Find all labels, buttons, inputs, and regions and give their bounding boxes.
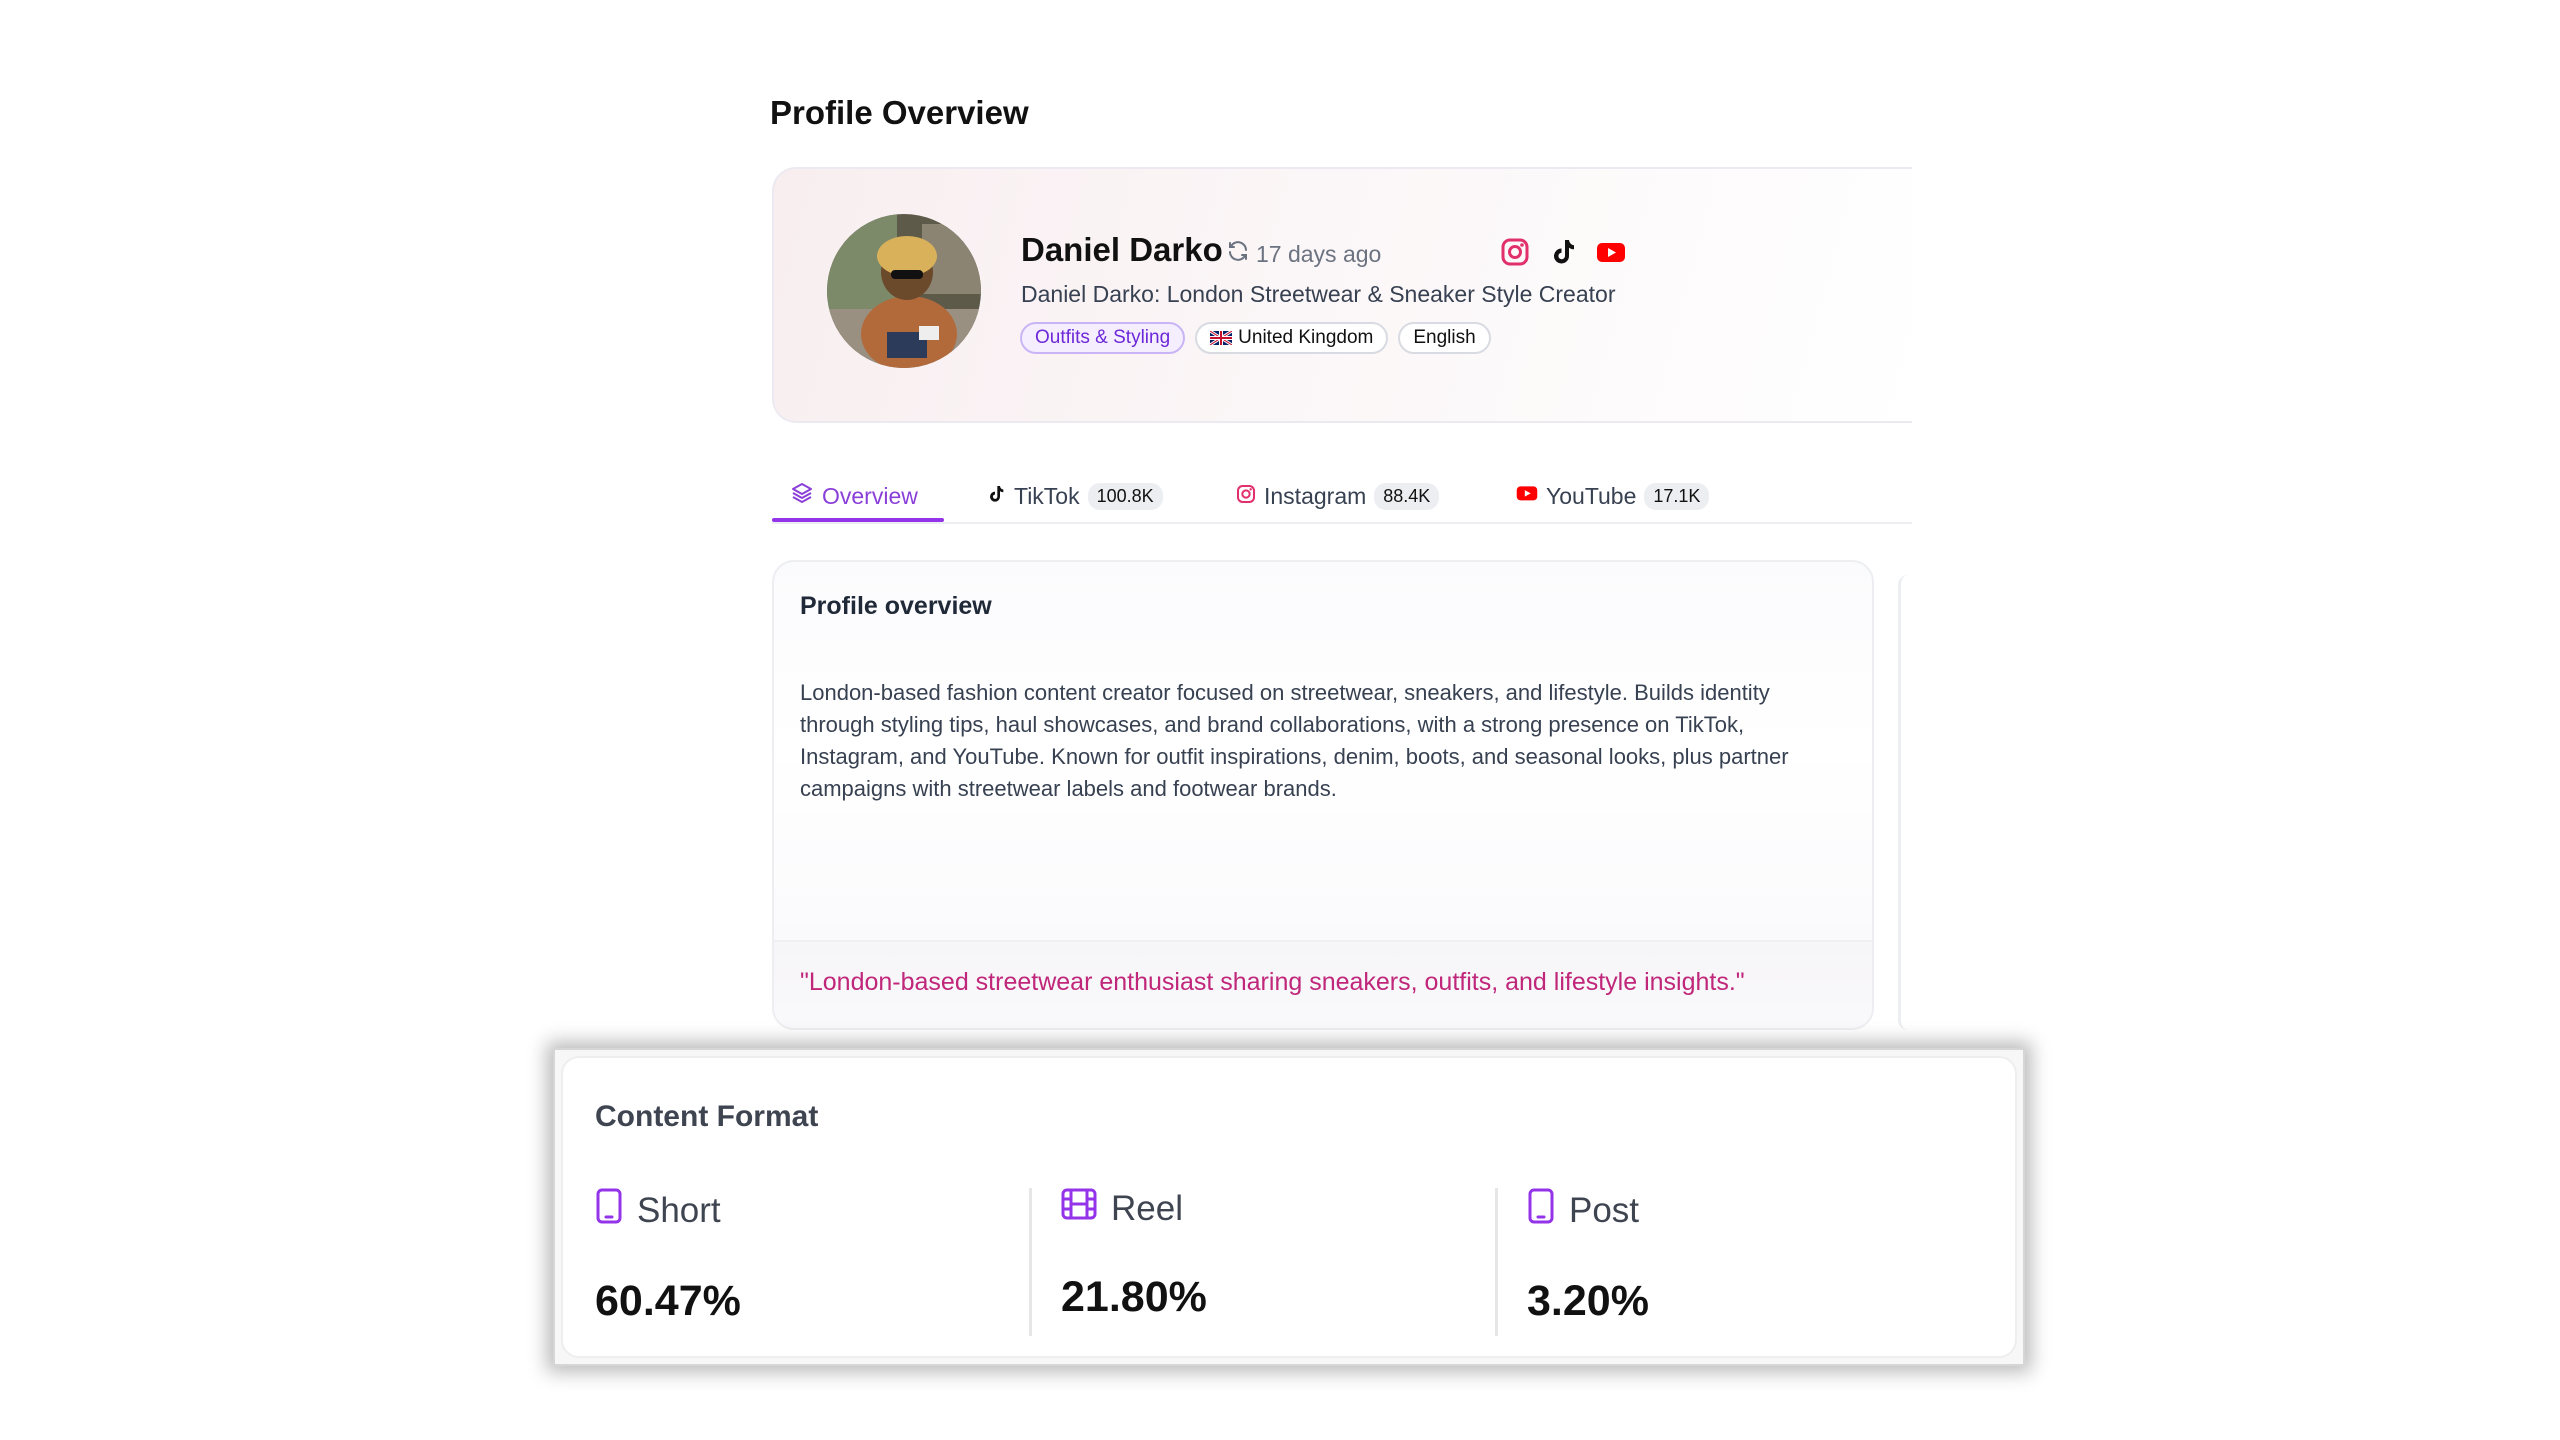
profile-overview-card: Profile overview London-based fashion co… (772, 560, 1874, 1030)
format-stat-short: Short 60.47% (595, 1188, 1035, 1326)
profile-tagline: "London-based streetwear enthusiast shar… (800, 968, 1745, 996)
format-label-short: Short (637, 1190, 721, 1230)
platform-tabs: Overview TikTok 100.8K Instagram 88.4K Y… (772, 470, 1912, 524)
instagram-icon[interactable] (1500, 237, 1530, 267)
profile-card: Daniel Darko 17 days ago Daniel Darko: L… (772, 167, 1912, 423)
stat-divider (1029, 1188, 1032, 1336)
format-value-short: 60.47% (595, 1277, 741, 1325)
layers-icon (790, 481, 814, 511)
language-chip[interactable]: English (1398, 322, 1491, 354)
content-format-title: Content Format (595, 1100, 819, 1133)
format-stat-reel: Reel 21.80% (1061, 1188, 1501, 1322)
overview-footer: "London-based streetwear enthusiast shar… (774, 940, 1872, 1028)
tab-overview[interactable]: Overview (790, 470, 918, 522)
format-label-post: Post (1569, 1190, 1640, 1230)
content-format-highlight: Content Format Short 60.47% Reel 21.80% … (553, 1048, 2025, 1366)
profile-name: Daniel Darko (1021, 231, 1223, 268)
overview-description: London-based fashion content creator foc… (800, 680, 1789, 801)
tab-instagram-label: Instagram (1264, 482, 1367, 509)
tab-instagram-count: 88.4K (1374, 482, 1440, 510)
tab-overview-label: Overview (822, 482, 918, 509)
country-chip[interactable]: United Kingdom (1195, 322, 1389, 354)
social-links (1500, 237, 1626, 267)
tab-tiktok-count: 100.8K (1087, 482, 1163, 510)
phone-icon (1527, 1188, 1555, 1233)
language-chip-label: English (1413, 327, 1476, 348)
country-chip-label: United Kingdom (1238, 327, 1374, 348)
format-stat-post: Post 3.20% (1527, 1188, 1967, 1326)
uk-flag-icon (1210, 331, 1233, 345)
tiktok-icon[interactable] (1548, 237, 1578, 267)
stat-divider (1495, 1188, 1498, 1336)
tab-youtube[interactable]: YouTube 17.1K (1516, 470, 1710, 522)
category-chip-label: Outfits & Styling (1035, 327, 1171, 348)
profile-bio: Daniel Darko: London Streetwear & Sneake… (1021, 281, 1616, 307)
tab-tiktok[interactable]: TikTok 100.8K (986, 470, 1163, 522)
youtube-icon (1516, 482, 1538, 510)
refresh-icon[interactable] (1226, 239, 1250, 269)
format-label-reel: Reel (1111, 1188, 1183, 1228)
category-chip[interactable]: Outfits & Styling (1020, 322, 1186, 354)
avatar[interactable] (827, 214, 981, 368)
tab-youtube-label: YouTube (1546, 482, 1637, 509)
content-format-card: Content Format Short 60.47% Reel 21.80% … (561, 1056, 2017, 1358)
overview-title: Profile overview (800, 592, 992, 620)
film-icon (1061, 1188, 1097, 1229)
last-synced-text: 17 days ago (1256, 240, 1382, 267)
page-title: Profile Overview (770, 94, 1029, 131)
active-tab-indicator (772, 518, 944, 522)
format-value-reel: 21.80% (1061, 1273, 1207, 1321)
tab-tiktok-label: TikTok (1014, 482, 1080, 509)
profile-tags: Outfits & Styling United Kingdom English (1020, 322, 1491, 354)
side-card-edge (1898, 575, 1915, 1030)
instagram-icon (1236, 483, 1256, 510)
youtube-icon[interactable] (1596, 237, 1626, 267)
format-value-post: 3.20% (1527, 1277, 1649, 1325)
tiktok-icon (986, 483, 1006, 510)
last-synced: 17 days ago (1226, 239, 1381, 269)
phone-icon (595, 1188, 623, 1233)
tab-instagram[interactable]: Instagram 88.4K (1236, 470, 1440, 522)
tab-youtube-count: 17.1K (1644, 482, 1710, 510)
